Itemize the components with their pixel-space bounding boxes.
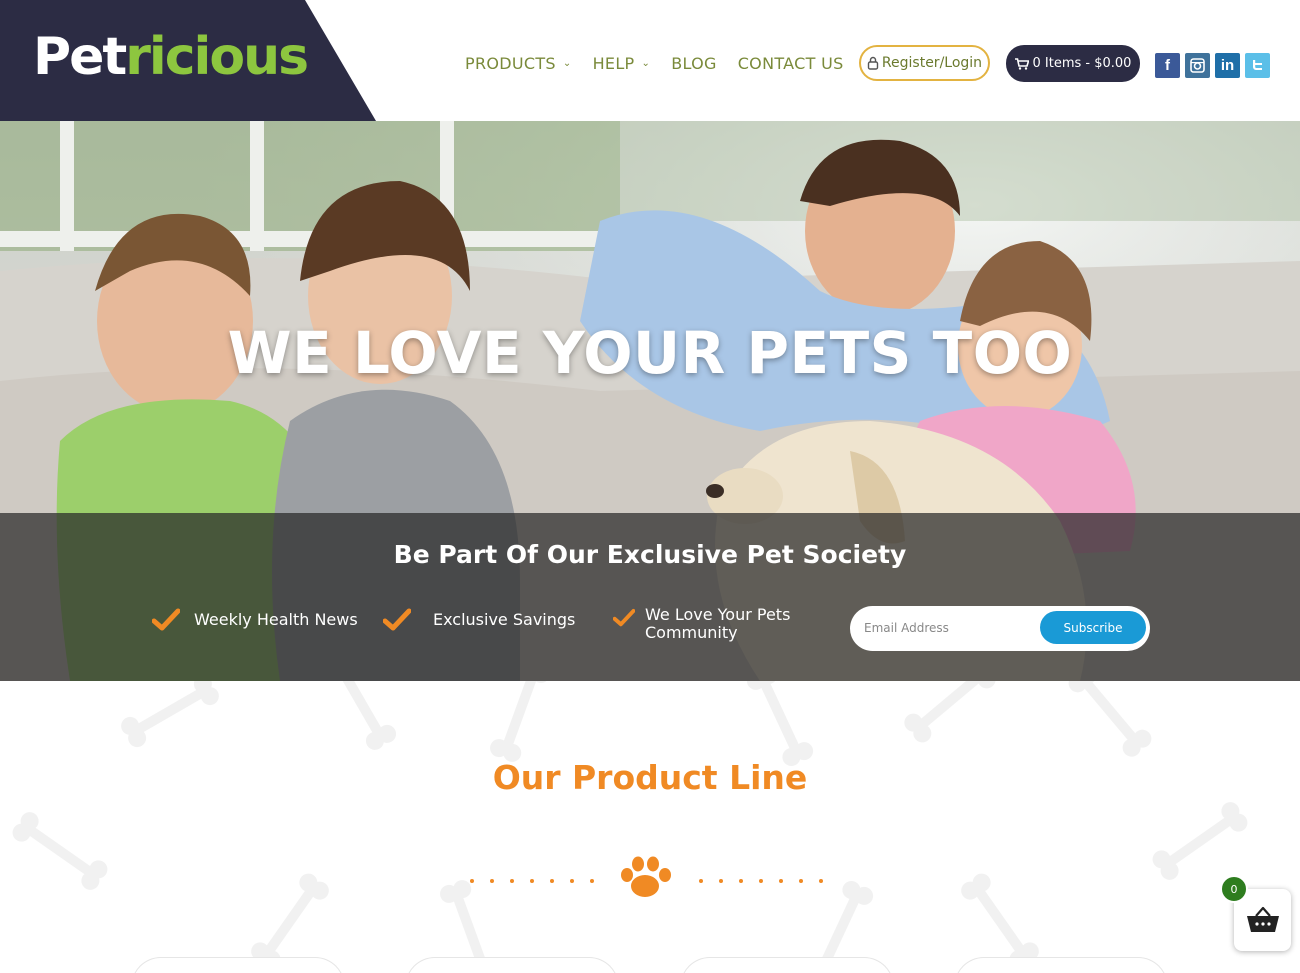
hero-section: WE LOVE YOUR PETS TOO Be Part Of Our Exc… [0, 121, 1300, 681]
twitter-icon[interactable] [1245, 53, 1270, 78]
nav-contact-us[interactable]: CONTACT US [738, 54, 844, 73]
nav-blog-label: BLOG [671, 53, 717, 73]
chevron-down-icon: ⌄ [562, 57, 572, 69]
product-card[interactable] [405, 957, 619, 973]
chevron-down-icon: ⌄ [641, 57, 651, 69]
feature-weekly-health-news: Weekly Health News [152, 608, 358, 632]
feature-label: Weekly Health News [194, 610, 358, 629]
nav-contact-label: CONTACT US [737, 53, 844, 73]
instagram-icon[interactable] [1185, 53, 1210, 78]
product-card[interactable] [131, 957, 345, 973]
facebook-icon[interactable]: f [1155, 53, 1180, 78]
cart-button[interactable]: 0 Items - $0.00 [1006, 45, 1140, 82]
band-title: Be Part Of Our Exclusive Pet Society [393, 540, 907, 569]
linkedin-glyph: in [1220, 57, 1235, 74]
cart-count-badge: 0 [1220, 875, 1248, 903]
check-icon [613, 608, 635, 627]
basket-icon [1246, 906, 1279, 932]
hero-title: WE LOVE YOUR PETS TOO [227, 319, 1073, 387]
dotted-line-left [470, 879, 594, 883]
social-links: f in [1155, 53, 1275, 78]
nav-products[interactable]: PRODUCTS ⌄ [465, 54, 572, 73]
register-login-label: Register/Login [881, 55, 983, 71]
product-card[interactable] [680, 957, 894, 973]
feature-exclusive-savings: Exclusive Savings [383, 608, 575, 632]
product-line-title: Our Product Line [492, 758, 808, 797]
email-address-input[interactable] [864, 616, 1034, 640]
register-login-button[interactable]: Register/Login [859, 45, 990, 81]
shopping-cart-icon [1014, 57, 1029, 70]
main-nav: PRODUCTS ⌄ HELP ⌄ BLOG CONTACT US [465, 44, 865, 82]
product-line-section: Our Product Line [0, 681, 1300, 973]
feature-label: Exclusive Savings [433, 610, 576, 629]
lock-icon [867, 56, 879, 70]
feature-label: We Love Your Pets Community [645, 605, 791, 642]
newsletter-form: Subscribe [850, 606, 1150, 651]
subscribe-button[interactable]: Subscribe [1040, 611, 1146, 644]
bird-glyph [1253, 60, 1262, 70]
bone-pattern-background [12, 681, 1248, 973]
linkedin-icon[interactable]: in [1215, 53, 1240, 78]
check-icon [152, 608, 180, 631]
check-icon [383, 608, 411, 631]
nav-help[interactable]: HELP ⌄ [593, 54, 651, 73]
dotted-line-right [699, 879, 823, 883]
nav-help-label: HELP [592, 53, 635, 73]
newsletter-band: Be Part Of Our Exclusive Pet Society Wee… [0, 513, 1300, 681]
site-logo[interactable]: Petricious [33, 22, 309, 92]
feature-community: We Love Your Pets Community [613, 606, 795, 642]
nav-blog[interactable]: BLOG [671, 54, 717, 73]
paw-divider [470, 856, 823, 897]
logo-text-ricious: ricious [125, 27, 309, 87]
facebook-glyph: f [1165, 57, 1170, 74]
logo-text-pet: Pet [33, 27, 127, 87]
nav-products-label: PRODUCTS [465, 53, 556, 73]
cart-summary: 0 Items - $0.00 [1032, 56, 1132, 71]
site-header: Petricious PRODUCTS ⌄ HELP ⌄ BLOG CONTAC… [0, 0, 1300, 121]
camera-glyph [1190, 58, 1205, 73]
product-card[interactable] [954, 957, 1168, 973]
paw-icon [621, 856, 671, 897]
